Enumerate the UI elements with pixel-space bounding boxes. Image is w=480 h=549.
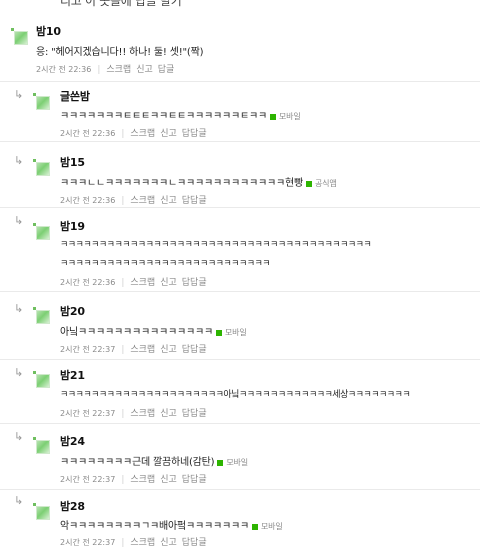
comment-time: 2시간 전 22:37	[60, 538, 116, 547]
scrap-link[interactable]: 스크랩	[130, 409, 155, 419]
comment-meta: 2시간 전 22:37 | 스크랩 신고 답답글	[60, 409, 207, 419]
app-badge-icon	[270, 113, 276, 120]
avatar[interactable]	[33, 503, 50, 520]
comment-author[interactable]: 글쓴밤	[60, 88, 90, 104]
report-link[interactable]: 신고	[160, 345, 177, 355]
device-tag: 모바일	[252, 522, 283, 531]
reply-comment: ↳ 밤21 ㅋㅋㅋㅋㅋㅋㅋㅋㅋㅋㅋㅋㅋㅋㅋㅋㅋㅋㅋㅋㅋ아닠ㅋㅋㅋㅋㅋㅋㅋㅋㅋㅋㅋ…	[0, 360, 480, 424]
comment-meta: 2시간 전 22:36 | 스크랩 신고 답답글	[60, 129, 207, 139]
scrap-link[interactable]: 스크랩	[106, 65, 131, 75]
report-link[interactable]: 신고	[160, 278, 177, 288]
report-link[interactable]: 신고	[160, 538, 177, 548]
comment-text: 악ㅋㅋㅋㅋㅋㅋㅋㅋㄱㅋ배아펔ㅋㅋㅋㅋㅋㅋㅋ 모바일	[60, 521, 283, 532]
comment-author[interactable]: 밤15	[60, 154, 85, 170]
reply-arrow-icon: ↳	[14, 366, 24, 379]
comment-time: 2시간 전 22:36	[60, 278, 116, 287]
reply-arrow-icon: ↳	[14, 214, 24, 227]
rereply-link[interactable]: 답답글	[182, 129, 207, 139]
comment-author[interactable]: 밤20	[60, 303, 85, 319]
cutoff-comment-text: 리고 이 곳들에 답글 달기	[0, 0, 480, 14]
app-badge-icon	[216, 329, 222, 336]
scrap-link[interactable]: 스크랩	[130, 129, 155, 139]
scrap-link[interactable]: 스크랩	[130, 345, 155, 355]
reply-comment: ↳ 밤19 ㅋㅋㅋㅋㅋㅋㅋㅋㅋㅋㅋㅋㅋㅋㅋㅋㅋㅋㅋㅋㅋㅋㅋㅋㅋㅋㅋㅋㅋㅋㅋㅋㅋㅋ…	[0, 208, 480, 292]
comment-time: 2시간 전 22:36	[36, 65, 92, 74]
comment-text-line2: ㅋㅋㅋㅋㅋㅋㅋㅋㅋㅋㅋㅋㅋㅋㅋㅋㅋㅋㅋㅋㅋㅋㅋㅋㅋㅋㅋ	[60, 259, 271, 269]
comment: 밤10 응: "헤어지겠습니다!! 하나! 둘! 셋!"(짝) 2시간 전 22…	[0, 14, 480, 82]
device-tag: 모바일	[216, 328, 247, 337]
reply-comment: ↳ 밤15 ㅋㅋㅋㄴㄴㅋㅋㅋㅋㅋㅋㅋㄴㅋㅋㅋㅋㅋㅋㅋㅋㅋㅋㅋㅋ현빵 공식앱 2시간…	[0, 142, 480, 208]
comment-author[interactable]: 밤24	[60, 433, 85, 449]
avatar[interactable]	[33, 307, 50, 324]
comment-author[interactable]: 밤28	[60, 498, 85, 514]
comment-time: 2시간 전 22:37	[60, 475, 116, 484]
reply-arrow-icon: ↳	[14, 154, 24, 167]
comment-author[interactable]: 밤10	[36, 23, 61, 39]
comment-time: 2시간 전 22:37	[60, 409, 116, 418]
rereply-link[interactable]: 답답글	[182, 345, 207, 355]
device-tag: 모바일	[270, 112, 301, 121]
avatar[interactable]	[11, 28, 28, 45]
rereply-link[interactable]: 답답글	[182, 196, 207, 206]
comment-time: 2시간 전 22:37	[60, 345, 116, 354]
app-badge-icon	[217, 459, 224, 466]
rereply-link[interactable]: 답답글	[182, 538, 207, 548]
reply-arrow-icon: ↳	[14, 88, 24, 101]
comment-author[interactable]: 밤21	[60, 367, 85, 383]
device-tag: 모바일	[217, 458, 248, 467]
reply-link[interactable]: 답글	[158, 65, 175, 75]
report-link[interactable]: 신고	[160, 196, 177, 206]
reply-arrow-icon: ↳	[14, 430, 24, 443]
comment-author[interactable]: 밤19	[60, 218, 85, 234]
avatar[interactable]	[33, 437, 50, 454]
cutoff-text: 리고 이 곳들에 답글 달기	[60, 0, 182, 8]
scrap-link[interactable]: 스크랩	[130, 196, 155, 206]
device-tag: 공식앱	[306, 179, 337, 188]
avatar[interactable]	[33, 93, 50, 110]
reply-arrow-icon: ↳	[14, 494, 24, 507]
comment-meta: 2시간 전 22:37 | 스크랩 신고 답답글	[60, 538, 207, 548]
reply-comment: ↳ 글쓴밤 ㅋㅋㅋㅋㅋㅋㅋㅌㅌㅌㅋㅋㅌㅌㅋㅋㅋㅋㅋㅋㅌㅋㅋ 모바일 2시간 전 2…	[0, 82, 480, 142]
comment-time: 2시간 전 22:36	[60, 129, 116, 138]
report-link[interactable]: 신고	[160, 475, 177, 485]
avatar[interactable]	[33, 159, 50, 176]
comment-meta: 2시간 전 22:36 | 스크랩 신고 답답글	[60, 196, 207, 206]
comment-meta: 2시간 전 22:37 | 스크랩 신고 답답글	[60, 345, 207, 355]
avatar[interactable]	[33, 223, 50, 240]
avatar[interactable]	[33, 371, 50, 388]
reply-comment: ↳ 밤20 아닠ㅋㅋㅋㅋㅋㅋㅋㅋㅋㅋㅋㅋㅋㅋㅋ 모바일 2시간 전 22:37 | 스…	[0, 292, 480, 360]
comment-text: ㅋㅋㅋㅋㅋㅋㅋㅋㅋㅋㅋㅋㅋㅋㅋㅋㅋㅋㅋㅋㅋㅋㅋㅋㅋㅋㅋㅋㅋㅋㅋㅋㅋㅋㅋㅋㅋㅋㅋㅋ	[60, 240, 372, 250]
comment-text: ㅋㅋㅋㅋㅋㅋㅋㅋ근데 깔끔하네(감탄) 모바일	[60, 457, 248, 468]
reply-comment: ↳ 밤28 악ㅋㅋㅋㅋㅋㅋㅋㅋㄱㅋ배아펔ㅋㅋㅋㅋㅋㅋㅋ 모바일 2시간 전 22:…	[0, 490, 480, 549]
rereply-link[interactable]: 답답글	[182, 409, 207, 419]
app-badge-icon	[306, 180, 312, 187]
comment-text: ㅋㅋㅋㄴㄴㅋㅋㅋㅋㅋㅋㅋㄴㅋㅋㅋㅋㅋㅋㅋㅋㅋㅋㅋㅋ현빵 공식앱	[60, 178, 337, 189]
comment-text: ㅋㅋㅋㅋㅋㅋㅋㅋㅋㅋㅋㅋㅋㅋㅋㅋㅋㅋㅋㅋㅋ아닠ㅋㅋㅋㅋㅋㅋㅋㅋㅋㅋㅋㅋ세상ㅋㅋㅋ…	[60, 390, 411, 400]
reply-arrow-icon: ↳	[14, 302, 24, 315]
comment-meta: 2시간 전 22:36 | 스크랩 신고 답글	[36, 65, 175, 75]
report-link[interactable]: 신고	[136, 65, 153, 75]
app-badge-icon	[252, 523, 258, 530]
reply-comment: ↳ 밤24 ㅋㅋㅋㅋㅋㅋㅋㅋ근데 깔끔하네(감탄) 모바일 2시간 전 22:37…	[0, 424, 480, 490]
comment-text: 응: "헤어지겠습니다!! 하나! 둘! 셋!"(짝)	[36, 47, 204, 58]
rereply-link[interactable]: 답답글	[182, 475, 207, 485]
rereply-link[interactable]: 답답글	[182, 278, 207, 288]
comment-text: ㅋㅋㅋㅋㅋㅋㅋㅌㅌㅌㅋㅋㅌㅌㅋㅋㅋㅋㅋㅋㅌㅋㅋ 모바일	[60, 111, 301, 122]
comment-meta: 2시간 전 22:36 | 스크랩 신고 답답글	[60, 278, 207, 288]
scrap-link[interactable]: 스크랩	[130, 278, 155, 288]
comment-text: 아닠ㅋㅋㅋㅋㅋㅋㅋㅋㅋㅋㅋㅋㅋㅋㅋ 모바일	[60, 327, 247, 338]
report-link[interactable]: 신고	[160, 409, 177, 419]
scrap-link[interactable]: 스크랩	[130, 538, 155, 548]
comment-meta: 2시간 전 22:37 | 스크랩 신고 답답글	[60, 475, 207, 485]
report-link[interactable]: 신고	[160, 129, 177, 139]
comment-time: 2시간 전 22:36	[60, 196, 116, 205]
scrap-link[interactable]: 스크랩	[130, 475, 155, 485]
